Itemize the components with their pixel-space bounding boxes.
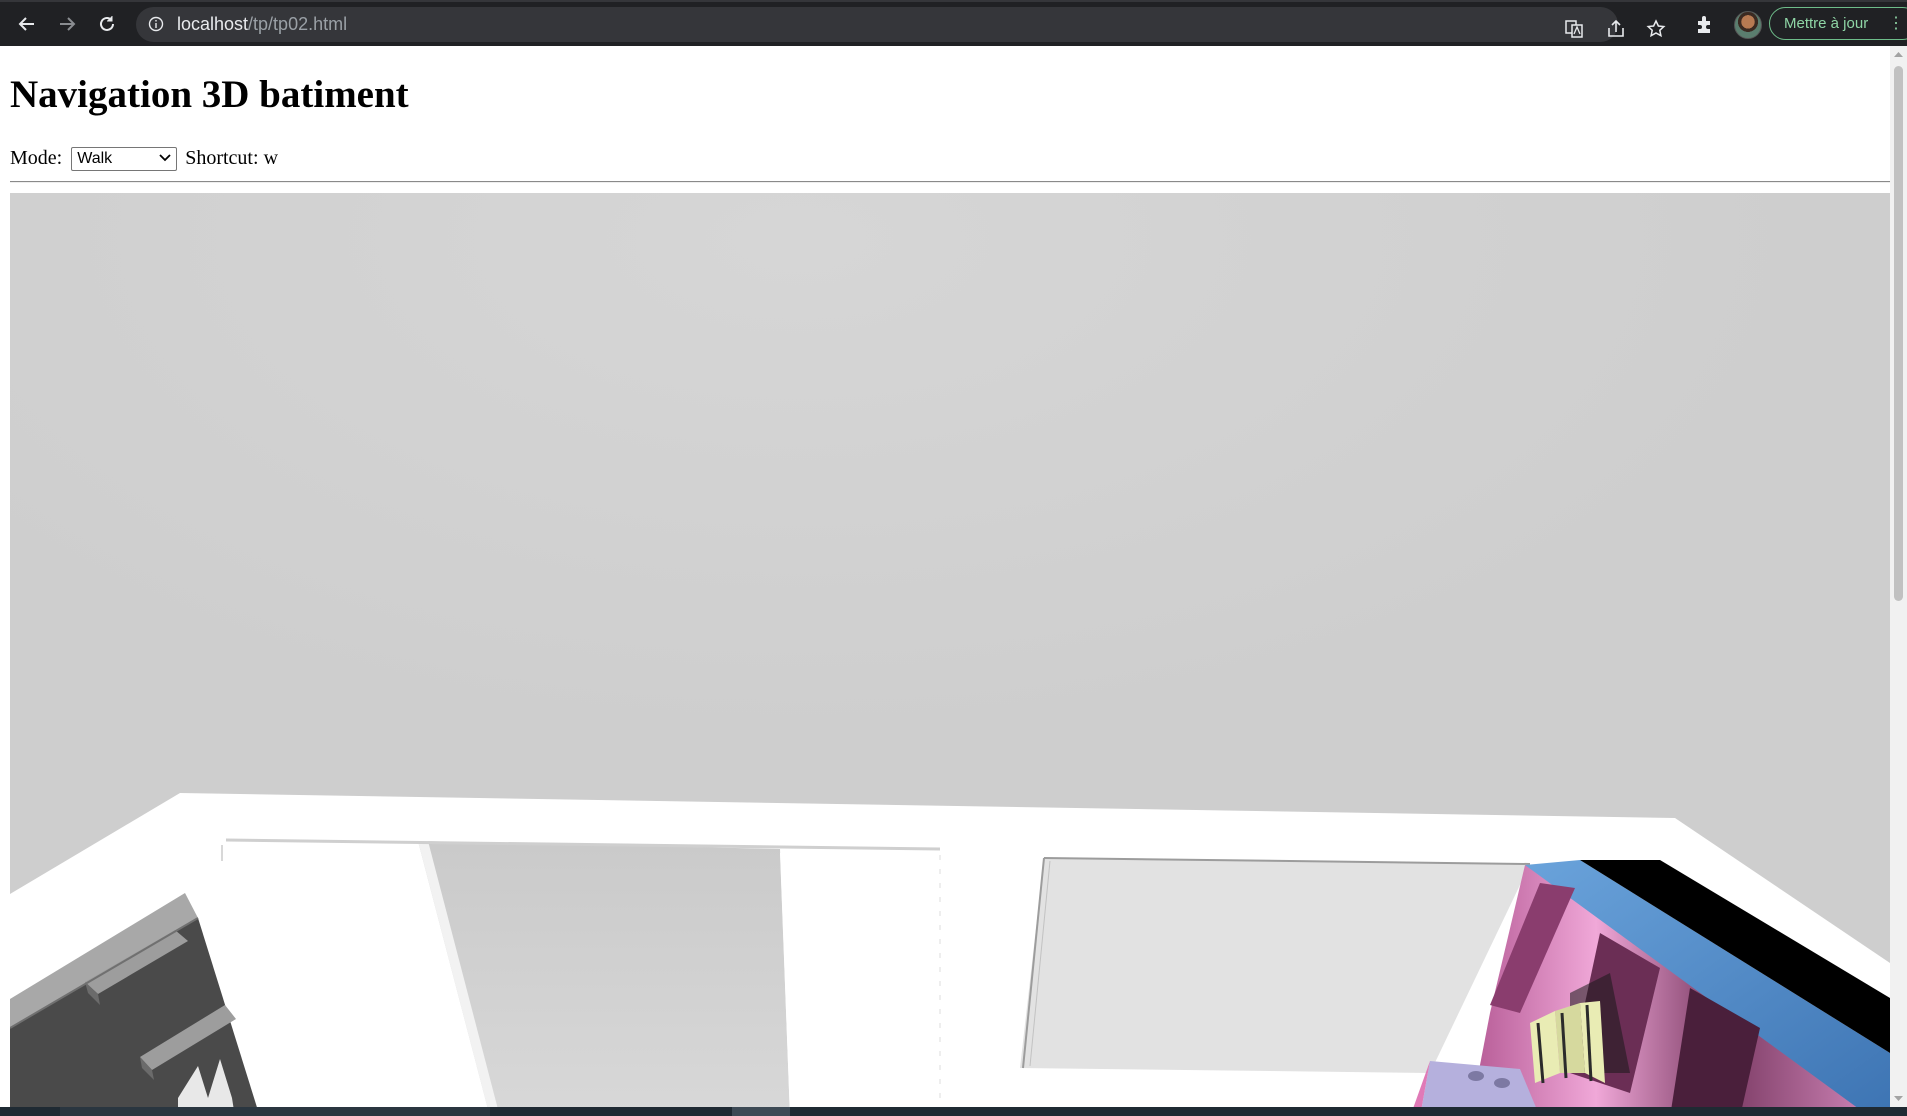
url-text[interactable]: localhost/tp/tp02.html (177, 14, 347, 35)
mode-controls: Mode: Walk Shortcut: w (10, 147, 279, 172)
back-button[interactable] (12, 9, 42, 39)
address-bar[interactable]: localhost/tp/tp02.html (136, 7, 1666, 42)
mode-label: Mode: (10, 147, 63, 169)
scroll-thumb[interactable] (1894, 66, 1903, 601)
url-path: /tp/tp02.html (248, 14, 348, 34)
avatar[interactable] (1734, 11, 1762, 39)
share-icon[interactable] (1606, 19, 1626, 39)
update-button-label: Mettre à jour (1784, 15, 1869, 32)
arrow-left-icon (18, 17, 34, 31)
shortcut-key: w (263, 147, 279, 169)
page-content: Navigation 3D batiment Mode: Walk Shortc… (0, 46, 1890, 1107)
os-taskbar (0, 1107, 1907, 1116)
puzzle-icon[interactable] (1694, 13, 1716, 35)
scroll-up-icon[interactable] (1890, 46, 1907, 63)
translate-icon[interactable] (1564, 19, 1584, 39)
reload-button[interactable] (92, 9, 122, 39)
taskbar-item[interactable] (732, 1107, 790, 1116)
arrow-right-icon (60, 17, 76, 31)
star-icon[interactable] (1646, 19, 1666, 39)
page-scrollbar[interactable] (1890, 46, 1907, 1107)
url-host: localhost (177, 14, 249, 34)
forward-button[interactable] (52, 9, 82, 39)
info-icon[interactable] (148, 16, 164, 32)
chevron-down-icon (159, 154, 171, 162)
update-button[interactable]: Mettre à jour ⋮ (1769, 7, 1907, 40)
browser-toolbar: localhost/tp/tp02.html Mettre à jour ⋮ (0, 0, 1907, 46)
mode-select-value: Walk (77, 150, 113, 168)
3d-scene (10, 193, 1890, 1107)
reload-icon (100, 16, 114, 31)
taskbar-item[interactable] (60, 1107, 490, 1116)
white-pillar (780, 853, 940, 1107)
divider (10, 181, 1890, 183)
scroll-down-icon[interactable] (1890, 1090, 1907, 1107)
page-title: Navigation 3D batiment (10, 73, 409, 116)
3d-viewport[interactable] (10, 193, 1890, 1107)
shortcut-label: Shortcut: (185, 147, 259, 169)
kebab-menu-icon[interactable]: ⋮ (1888, 8, 1904, 39)
mode-select[interactable]: Walk (71, 147, 178, 172)
